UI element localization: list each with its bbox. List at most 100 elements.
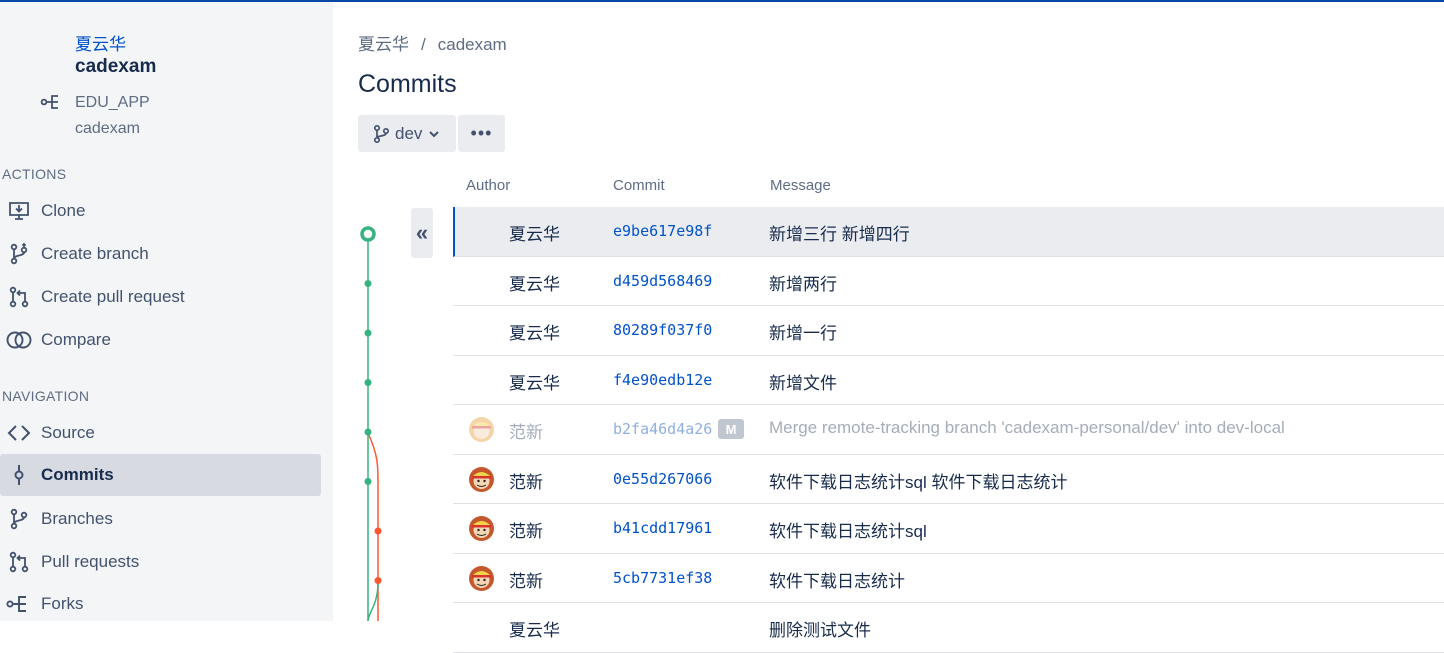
action-create-branch-label: Create branch bbox=[41, 244, 149, 263]
code-icon bbox=[6, 420, 32, 446]
table-row[interactable]: 范新 b41cdd17961 软件下载日志统计sql bbox=[453, 504, 1444, 554]
column-header-author: Author bbox=[466, 177, 511, 194]
collapse-graph-button[interactable]: « bbox=[411, 208, 433, 258]
commit-graph bbox=[360, 226, 382, 621]
commit-author[interactable]: 夏云华 bbox=[509, 319, 560, 344]
commit-author[interactable]: 范新 bbox=[509, 418, 543, 443]
navigation-heading: NAVIGATION bbox=[2, 388, 90, 404]
column-header-commit: Commit bbox=[613, 177, 665, 194]
table-row[interactable]: 夏云华 80289f037f0 新增一行 bbox=[453, 306, 1444, 356]
table-row[interactable]: 夏云华 d459d568469 新增两行 bbox=[453, 257, 1444, 306]
action-compare-label: Compare bbox=[41, 330, 111, 349]
breadcrumb-owner[interactable]: 夏云华 bbox=[358, 30, 409, 55]
commit-message: 新增三行 新增四行 bbox=[769, 225, 910, 244]
more-actions-button[interactable]: ••• bbox=[458, 115, 505, 152]
commit-hash[interactable]: 0e55d267066 bbox=[613, 470, 712, 488]
commit-hash[interactable]: b41cdd17961 bbox=[613, 519, 712, 537]
graph-merge-line bbox=[367, 582, 379, 621]
repo-name: cadexam bbox=[75, 56, 157, 77]
branch-icon bbox=[6, 506, 32, 532]
compare-icon bbox=[6, 327, 32, 353]
sidebar: 夏云华 cadexam EDU_APP cadexam ACTIONS Clon… bbox=[0, 2, 333, 621]
action-create-pull-request-label: Create pull request bbox=[41, 287, 185, 306]
breadcrumb-separator: / bbox=[421, 35, 426, 54]
pull-request-icon bbox=[6, 284, 32, 310]
graph-head-node bbox=[360, 226, 376, 242]
branch-icon bbox=[373, 124, 390, 143]
breadcrumb-repo[interactable]: cadexam bbox=[438, 35, 507, 55]
commit-hash[interactable]: f4e90edb12e bbox=[613, 371, 712, 389]
commit-message: 新增一行 bbox=[769, 324, 837, 343]
merge-badge: M bbox=[718, 419, 744, 439]
fork-parent-repo: cadexam bbox=[75, 120, 140, 137]
graph-node bbox=[364, 428, 372, 436]
commit-hash[interactable]: d459d568469 bbox=[613, 272, 712, 290]
page-title: Commits bbox=[358, 70, 457, 98]
fork-parent-project: EDU_APP bbox=[75, 94, 150, 111]
chevron-down-icon bbox=[429, 130, 440, 137]
commit-author[interactable]: 夏云华 bbox=[509, 616, 560, 641]
commit-message: Merge remote-tracking branch 'cadexam-pe… bbox=[769, 418, 1285, 437]
avatar bbox=[469, 466, 494, 492]
action-clone[interactable]: Clone bbox=[0, 190, 321, 232]
commit-author[interactable]: 夏云华 bbox=[509, 270, 560, 295]
graph-node bbox=[374, 527, 382, 535]
branch-selector-value: dev bbox=[395, 123, 423, 143]
table-row[interactable]: 范新 0e55d267066 软件下载日志统计sql 软件下载日志统计 bbox=[453, 455, 1444, 504]
commit-author[interactable]: 范新 bbox=[509, 517, 543, 542]
breadcrumb: 夏云华 / cadexam bbox=[358, 30, 507, 55]
nav-pull-requests[interactable]: Pull requests bbox=[0, 541, 321, 583]
table-row[interactable]: 夏云华 e9be617e98f 新增三行 新增四行 bbox=[453, 207, 1444, 257]
nav-pull-requests-label: Pull requests bbox=[41, 552, 140, 571]
table-row[interactable]: 夏云华 删除测试文件 bbox=[453, 603, 1444, 653]
graph-node bbox=[374, 577, 382, 584]
nav-forks-label: Forks bbox=[41, 594, 84, 613]
branch-selector[interactable]: dev bbox=[358, 115, 456, 152]
avatar bbox=[469, 516, 494, 541]
nav-source[interactable]: Source bbox=[0, 412, 321, 454]
table-row[interactable]: 范新 b2fa46d4a26 M Merge remote-tracking b… bbox=[453, 405, 1444, 455]
graph-node bbox=[364, 329, 372, 337]
nav-branches-label: Branches bbox=[41, 509, 113, 528]
nav-branches[interactable]: Branches bbox=[0, 498, 321, 540]
table-row[interactable]: 范新 5cb7731ef38 软件下载日志统计 bbox=[453, 554, 1444, 603]
nav-source-label: Source bbox=[41, 423, 95, 442]
commit-author[interactable]: 范新 bbox=[509, 468, 543, 493]
action-create-pull-request[interactable]: Create pull request bbox=[0, 276, 321, 318]
graph-node bbox=[364, 379, 372, 386]
commit-list: 夏云华 e9be617e98f 新增三行 新增四行 夏云华 d459d56846… bbox=[453, 207, 1444, 653]
branch-icon bbox=[6, 241, 32, 267]
column-header-message: Message bbox=[770, 177, 831, 194]
graph-node bbox=[364, 280, 372, 287]
nav-commits[interactable]: Commits bbox=[0, 454, 321, 496]
commit-hash[interactable]: e9be617e98f bbox=[613, 222, 712, 240]
commit-author[interactable]: 夏云华 bbox=[509, 369, 560, 394]
action-clone-label: Clone bbox=[41, 201, 86, 220]
commit-hash[interactable]: 80289f037f0 bbox=[613, 321, 712, 339]
commit-message: 删除测试文件 bbox=[769, 621, 871, 640]
avatar bbox=[469, 565, 494, 591]
graph-node bbox=[364, 478, 372, 485]
commit-message: 软件下载日志统计sql 软件下载日志统计 bbox=[769, 472, 1068, 492]
commit-icon bbox=[6, 462, 32, 488]
fork-icon bbox=[6, 591, 32, 617]
clone-icon bbox=[6, 198, 32, 224]
commit-hash[interactable]: b2fa46d4a26 bbox=[613, 420, 712, 438]
action-compare[interactable]: Compare bbox=[0, 319, 321, 361]
commit-message: 新增文件 bbox=[769, 373, 837, 393]
commit-hash[interactable]: 5cb7731ef38 bbox=[613, 569, 712, 587]
commit-author[interactable]: 范新 bbox=[509, 567, 543, 592]
commit-author[interactable]: 夏云华 bbox=[509, 220, 560, 245]
repo-owner-link[interactable]: 夏云华 bbox=[75, 30, 126, 55]
pull-request-icon bbox=[6, 549, 32, 575]
fork-icon bbox=[40, 95, 58, 109]
action-create-branch[interactable]: Create branch bbox=[0, 233, 321, 275]
table-row[interactable]: 夏云华 f4e90edb12e 新增文件 bbox=[453, 356, 1444, 405]
commit-message: 软件下载日志统计sql bbox=[769, 522, 927, 541]
commit-message: 软件下载日志统计 bbox=[769, 571, 905, 591]
commit-message: 新增两行 bbox=[769, 274, 837, 294]
avatar bbox=[469, 417, 494, 442]
actions-heading: ACTIONS bbox=[2, 166, 67, 182]
nav-commits-label: Commits bbox=[41, 465, 114, 484]
nav-forks[interactable]: Forks bbox=[0, 583, 321, 625]
